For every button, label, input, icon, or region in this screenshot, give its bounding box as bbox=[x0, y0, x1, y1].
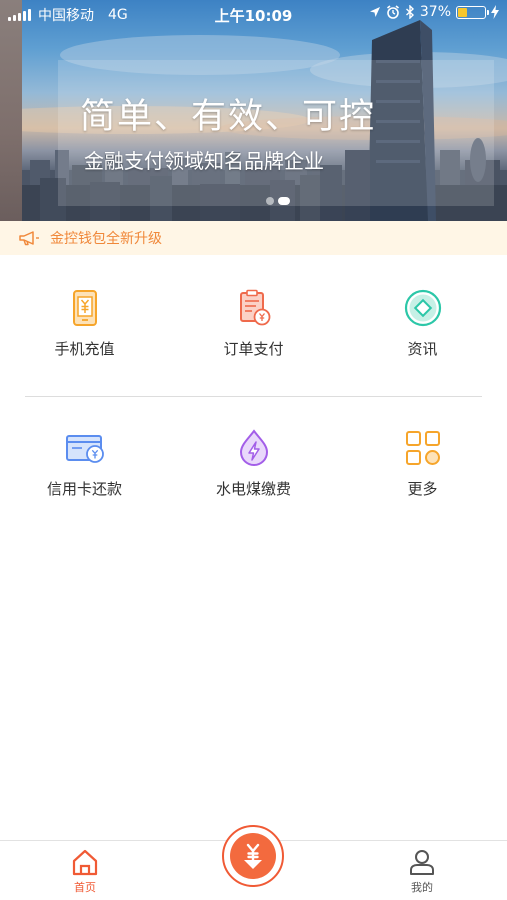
user-icon bbox=[410, 850, 434, 875]
banner-title: 简单、有效、可控 bbox=[80, 97, 377, 137]
utility-bill-icon bbox=[239, 429, 268, 467]
grid-item-news[interactable]: 资讯 bbox=[338, 288, 507, 359]
tab-home[interactable]: 首页 bbox=[45, 847, 125, 895]
credit-card-icon bbox=[65, 435, 104, 463]
grid-item-more[interactable]: 更多 bbox=[338, 428, 507, 499]
center-button-inner bbox=[230, 833, 276, 879]
battery-icon bbox=[456, 5, 489, 19]
status-bar-right: 37% bbox=[369, 4, 499, 20]
tab-me[interactable]: 我的 bbox=[382, 847, 462, 895]
grid-item-phone-recharge[interactable]: 手机充值 bbox=[0, 288, 169, 359]
carousel-dot[interactable] bbox=[266, 197, 274, 205]
banner-subtitle: 金融支付领域知名品牌企业 bbox=[84, 149, 324, 173]
notice-text: 金控钱包全新升级 bbox=[50, 231, 162, 247]
carousel-dot-active[interactable] bbox=[278, 197, 290, 205]
charging-icon bbox=[491, 5, 499, 19]
home-icon bbox=[72, 849, 98, 876]
status-bar: 中国移动 4G 上午10:09 37% bbox=[0, 0, 507, 28]
tab-me-label: 我的 bbox=[411, 881, 433, 894]
grid-divider bbox=[25, 396, 482, 397]
banner-carousel[interactable]: 简单、有效、可控 金融支付领域知名品牌企业 bbox=[0, 0, 507, 221]
battery-level bbox=[458, 7, 467, 17]
grid-label: 订单支付 bbox=[223, 340, 284, 358]
grid-label: 更多 bbox=[407, 480, 438, 498]
battery-percent: 37% bbox=[419, 4, 451, 20]
alarm-icon bbox=[386, 5, 399, 19]
grid-label: 信用卡还款 bbox=[46, 480, 122, 498]
grid-item-order-payment[interactable]: 订单支付 bbox=[169, 288, 338, 359]
megaphone-icon bbox=[19, 231, 39, 246]
yuan-download-icon bbox=[244, 843, 262, 869]
carousel-indicator bbox=[266, 197, 290, 205]
banner-prev-slide-edge bbox=[0, 0, 22, 221]
phone-recharge-icon bbox=[72, 290, 97, 326]
grid-label: 手机充值 bbox=[54, 340, 115, 358]
notice-bar[interactable]: 金控钱包全新升级 bbox=[0, 221, 507, 255]
bluetooth-icon bbox=[405, 5, 414, 19]
news-icon bbox=[404, 289, 441, 327]
grid-label: 资讯 bbox=[407, 340, 438, 358]
order-payment-icon bbox=[239, 289, 270, 326]
grid-label: 水电煤缴费 bbox=[215, 480, 291, 498]
tab-center-payment-button[interactable] bbox=[222, 825, 284, 887]
location-icon bbox=[369, 7, 380, 17]
grid-item-utility-bill[interactable]: 水电煤缴费 bbox=[169, 428, 338, 499]
app-screen: 简单、有效、可控 金融支付领域知名品牌企业 中国移动 4G 上午10:09 37… bbox=[0, 0, 507, 900]
more-grid-icon bbox=[405, 431, 440, 465]
grid-item-credit-card[interactable]: 信用卡还款 bbox=[0, 428, 169, 499]
tab-home-label: 首页 bbox=[74, 881, 96, 894]
